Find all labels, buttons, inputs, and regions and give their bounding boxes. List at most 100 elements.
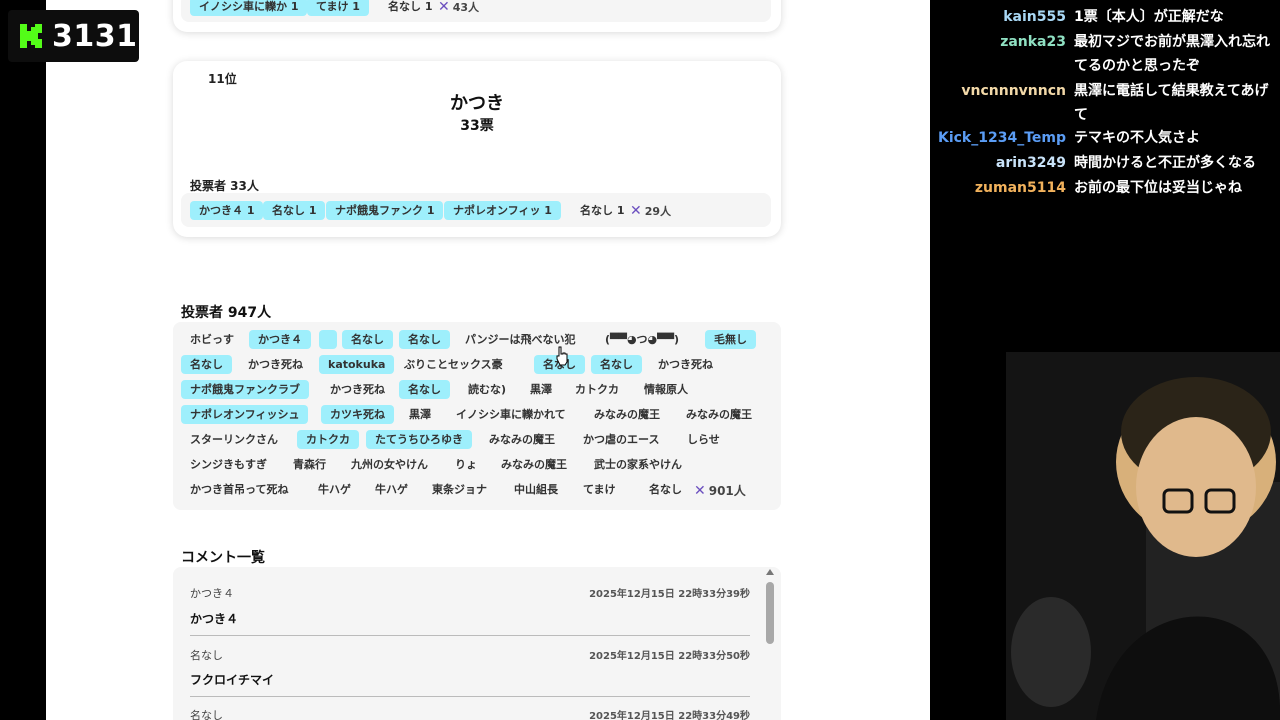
voter-chip: てまけ: [583, 483, 616, 496]
voter-chip: かつき死ね: [330, 383, 385, 396]
chat-username[interactable]: arin3249: [996, 151, 1066, 175]
chat-username[interactable]: kain555: [1003, 5, 1066, 29]
voter-chip: ナポ餓鬼ファンクラブ: [181, 380, 309, 399]
voter-chip: りょ: [455, 458, 477, 471]
voter-chip: 名なし: [649, 483, 682, 496]
voter-chip: たてうちひろゆき: [366, 430, 472, 449]
voter-chip: 毛無し: [705, 330, 756, 349]
chat-username[interactable]: vncnnnvnncn: [961, 79, 1066, 103]
voter-chip: [319, 330, 337, 349]
rank-voters-chips: かつき４ 1 名なし 1 ナポ餓鬼ファンク 1 ナポレオンフィッ 1 名なし 1…: [181, 193, 771, 227]
voter-chip: 青森行: [293, 458, 326, 471]
kick-logo-icon: [20, 24, 42, 48]
chat-text: 黒澤に電話して結果教えてあげて: [1074, 83, 1269, 123]
voter-chip: 牛ハゲ: [375, 483, 408, 496]
webcam-feed: [1006, 352, 1280, 720]
rank-card: 投票者 33人 かつき４ 1 名なし 1 ナポ餓鬼ファンク 1 ナポレオンフィッ…: [173, 61, 781, 237]
voter-chip: てまけ 1: [307, 0, 369, 16]
chat-message: zanka23 最初マジでお前が黒澤入れ忘れてるのかと思ったぞ: [930, 30, 1280, 78]
comment-date: 2025年12月15日 22時33分49秒: [589, 711, 750, 720]
voter-chip: 読むな): [468, 383, 507, 396]
voter-chip: みなみの魔王: [686, 408, 752, 421]
comments-list[interactable]: かつき４ 2025年12月15日 22時33分39秒 かつき４ 名なし 2025…: [173, 567, 781, 720]
voter-chip: 黒澤: [530, 383, 552, 396]
previous-rank-card: イノシシ車に轢か 1 てまけ 1 名なし 1 ✕ 43人: [173, 0, 781, 32]
voter-chip: 情報原人: [644, 383, 688, 396]
candidate-name: かつき: [450, 93, 504, 114]
voter-chip: 名なし: [591, 355, 642, 374]
voter-chip: かつ虐のエース: [583, 433, 660, 446]
voter-chip: katokuka: [319, 355, 395, 374]
voters-section-title: 投票者 947人: [181, 305, 272, 321]
voter-chip: 黒澤: [409, 408, 431, 421]
comments-scrollbar[interactable]: [766, 582, 774, 644]
comment-divider: [190, 696, 750, 697]
comment-item: 名なし 2025年12月15日 22時33分49秒: [190, 707, 750, 720]
voter-chip: イノシシ車に轢か 1: [190, 0, 308, 16]
scroll-up-arrow-icon[interactable]: [766, 569, 774, 575]
ranking-webpage: イノシシ車に轢か 1 てまけ 1 名なし 1 ✕ 43人 投票者 33人 かつき…: [46, 0, 930, 720]
voter-chip: 名なし: [399, 380, 450, 399]
previous-voters-chips: イノシシ車に轢か 1 てまけ 1 名なし 1 ✕ 43人: [181, 0, 771, 22]
chat-text: 最初マジでお前が黒澤入れ忘れてるのかと思ったぞ: [1074, 34, 1270, 74]
comment-user: かつき４: [190, 587, 234, 600]
chat-text: 1票〔本人〕が正解だな: [1074, 9, 1224, 25]
comment-user: 名なし: [190, 649, 223, 662]
voter-chip: 九州の女やけん: [351, 458, 428, 471]
other-voters-count: ✕ 901人: [694, 482, 746, 499]
voter-chip: 名なし: [342, 330, 393, 349]
other-voters-count: ✕ 43人: [438, 0, 479, 15]
voter-chip: かつき死ね: [658, 358, 713, 371]
chat-username[interactable]: Kick_1234_Temp: [938, 126, 1066, 150]
voter-chip: 牛ハゲ: [318, 483, 351, 496]
voter-chip: スターリンクさん: [190, 433, 278, 446]
voter-chip: かつき死ね: [248, 358, 303, 371]
voter-chip: かつき４ 1: [190, 201, 264, 220]
kick-viewer-badge: 3131: [8, 10, 139, 62]
voter-chip: みなみの魔王: [501, 458, 567, 471]
voter-chip: かつき首吊って死ね: [190, 483, 289, 496]
other-voters-text: 29人: [644, 205, 672, 218]
voter-chip: ナポレオンフィッシュ: [181, 405, 309, 424]
comments-section-title: コメント一覧: [181, 550, 265, 566]
other-voters-text: 43人: [452, 1, 480, 14]
vote-count: 33票: [460, 118, 494, 134]
chat-message: arin3249 時間かけると不正が多くなる: [930, 151, 1280, 175]
chat-username[interactable]: zuman5114: [975, 176, 1066, 200]
chat-message: zuman5114 お前の最下位は妥当じゃね: [930, 176, 1280, 200]
rank-label: 11位: [208, 72, 237, 86]
voter-chip: しらせ: [687, 433, 720, 446]
chat-text: お前の最下位は妥当じゃね: [1074, 180, 1242, 196]
voter-chip: 中山組長: [514, 483, 558, 496]
chat-message: Kick_1234_Temp テマキの不人気さよ: [930, 126, 1280, 150]
comment-item: 名なし 2025年12月15日 22時33分50秒 フクロイチマイ: [190, 647, 750, 707]
chat-message: kain555 1票〔本人〕が正解だな: [930, 5, 1280, 29]
comment-text: かつき４: [190, 612, 239, 626]
voter-chip: ナポ餓鬼ファンク 1: [326, 201, 444, 220]
voter-chip: カツキ死ね: [321, 405, 394, 424]
other-voters-text: 901人: [708, 484, 746, 498]
chat-text: テマキの不人気さよ: [1074, 130, 1200, 146]
voter-chip: カトクカ: [297, 430, 359, 449]
x-icon: ✕: [694, 482, 706, 499]
comment-date: 2025年12月15日 22時33分50秒: [589, 651, 750, 662]
chat-username[interactable]: zanka23: [1000, 30, 1066, 54]
voter-chip: ナポレオンフィッ 1: [444, 201, 561, 220]
comment-user: 名なし: [190, 709, 223, 720]
viewer-count: 3131: [52, 18, 138, 54]
comment-text: フクロイチマイ: [190, 673, 275, 687]
voter-chip: かつき４: [249, 330, 311, 349]
streamer-silhouette: [1006, 352, 1280, 720]
chat-text: 時間かけると不正が多くなる: [1074, 155, 1256, 171]
voter-chip: 武士の家系やけん: [594, 458, 682, 471]
voter-chip: 名なし: [181, 355, 232, 374]
left-black-strip: [0, 0, 46, 720]
voter-chip: ホビっす: [190, 333, 234, 346]
other-voters-count: ✕ 29人: [630, 203, 671, 219]
x-icon: ✕: [630, 203, 642, 219]
voter-chip: みなみの魔王: [594, 408, 660, 421]
voter-chip: 東条ジョナ: [432, 483, 487, 496]
chat-message: vncnnnvnncn 黒澤に電話して結果教えてあげて: [930, 79, 1280, 127]
voter-chip: 名なし: [399, 330, 450, 349]
x-icon: ✕: [438, 0, 450, 15]
